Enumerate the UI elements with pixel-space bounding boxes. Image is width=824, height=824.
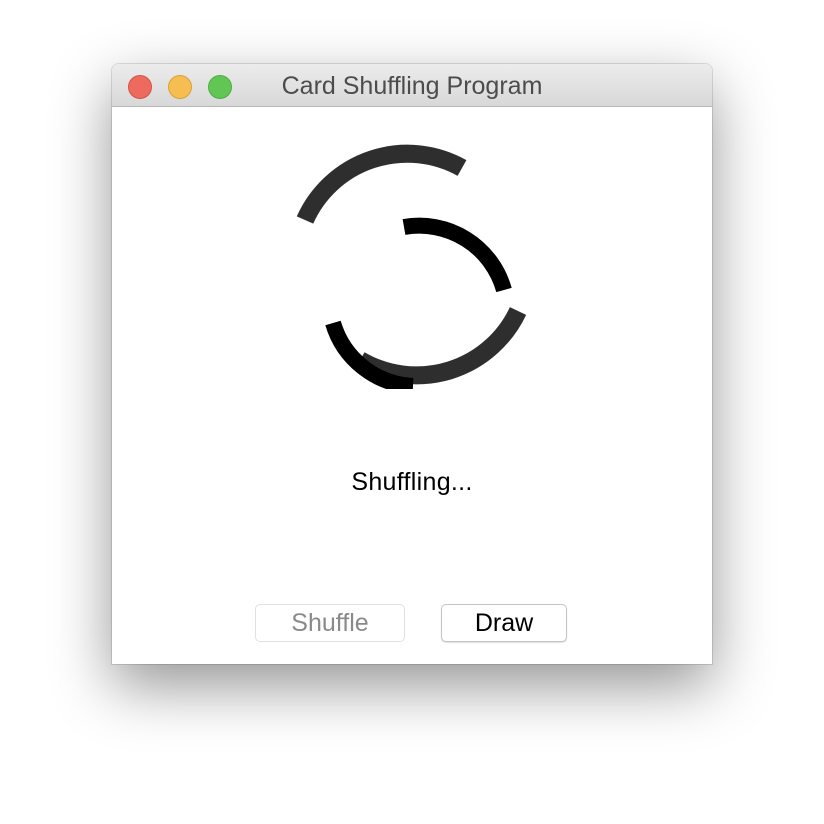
loading-spinner-icon	[296, 144, 527, 389]
title-bar[interactable]: Card Shuffling Program	[112, 64, 712, 107]
spinner-inner-arc-bottom	[325, 320, 414, 389]
shuffle-button[interactable]: Shuffle	[255, 604, 405, 642]
status-text: Shuffling...	[351, 468, 473, 496]
minimize-button[interactable]	[168, 75, 192, 99]
spinner-inner-arc-top	[402, 217, 512, 293]
window-title: Card Shuffling Program	[281, 72, 543, 100]
spinner-outer-arc-bottom	[355, 307, 527, 385]
app-window: Card Shuffling Program Shuffling... Shuf…	[112, 64, 712, 664]
zoom-button[interactable]	[208, 75, 232, 99]
spinner-outer-arc-top	[296, 144, 467, 224]
close-button[interactable]	[128, 75, 152, 99]
draw-button[interactable]: Draw	[441, 604, 567, 642]
